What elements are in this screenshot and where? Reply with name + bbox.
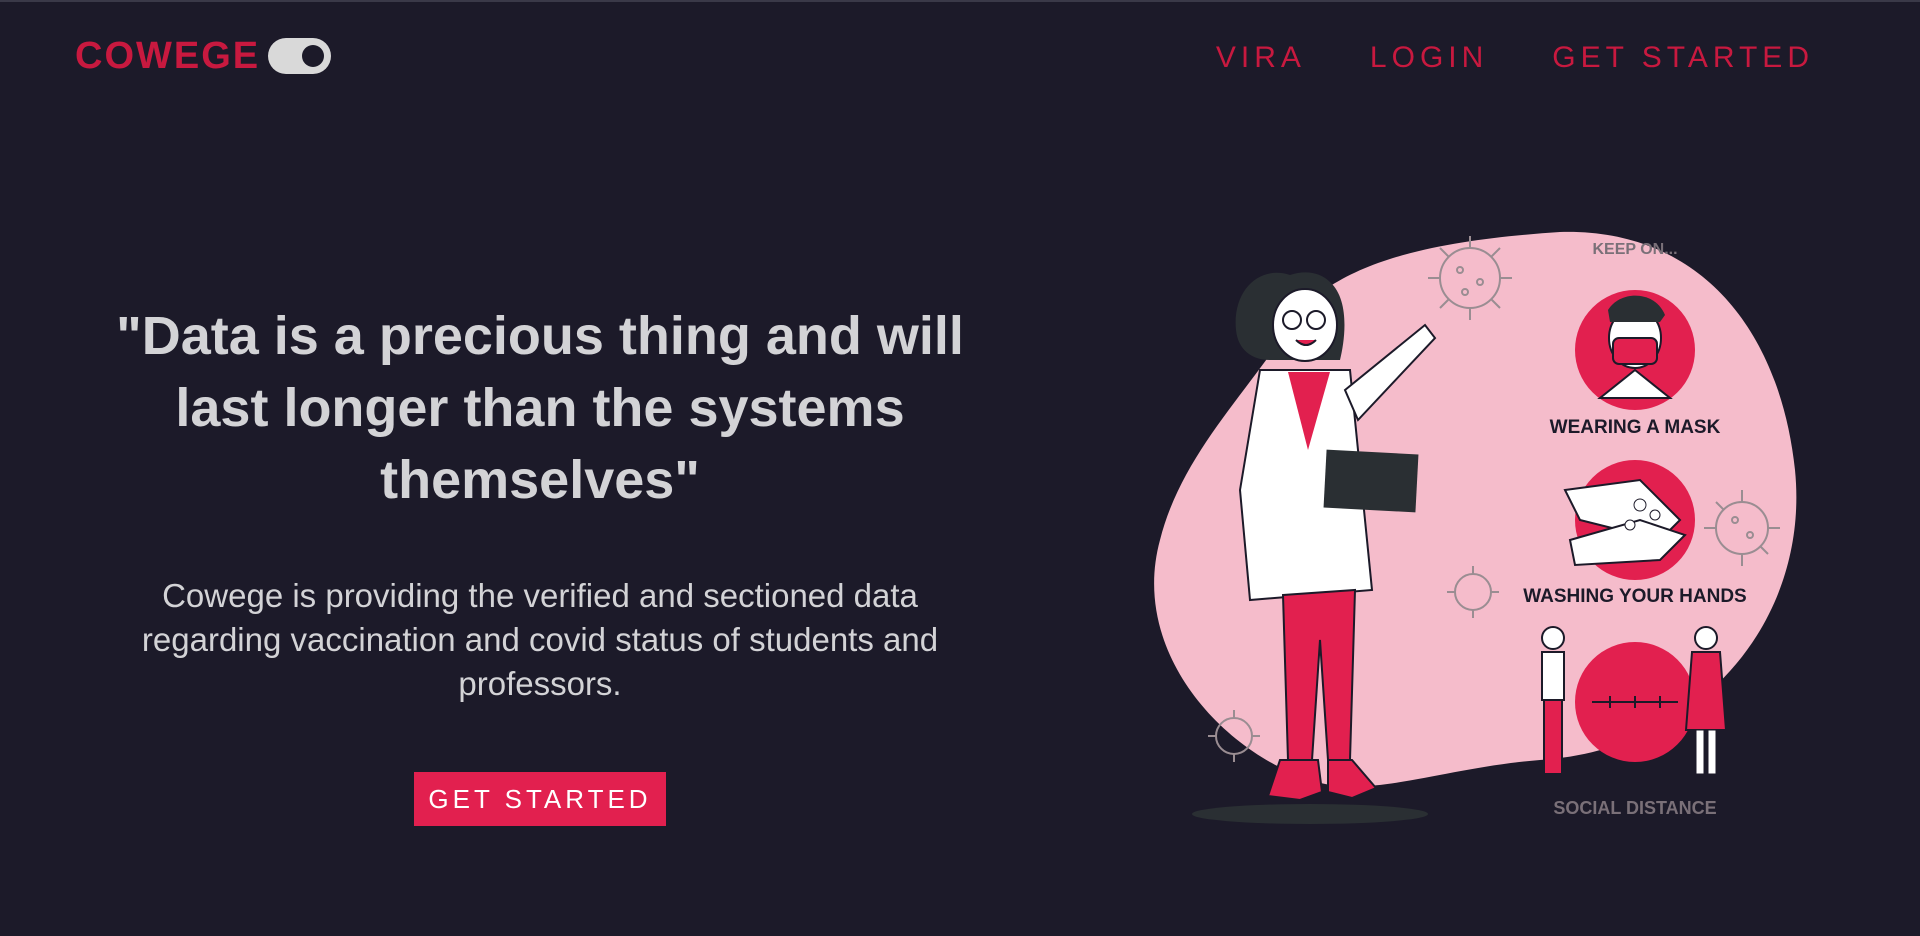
toggle-knob	[302, 45, 325, 67]
keep-on-label: KEEP ON...	[1592, 241, 1677, 258]
theme-toggle[interactable]	[268, 38, 332, 74]
main-nav: VIRA LOGIN GET STARTED	[1216, 38, 1814, 78]
wearing-mask-icon	[1575, 290, 1695, 410]
washing-hands-label: WASHING YOUR HANDS	[1523, 586, 1746, 607]
hero-quote: "Data is a precious thing and will last …	[116, 306, 964, 510]
brand-name: COWEGE	[75, 35, 261, 77]
top-border	[0, 0, 1920, 2]
social-distance-label: SOCIAL DISTANCE	[1553, 798, 1716, 818]
get-started-button[interactable]: GET STARTED	[414, 772, 666, 826]
hero-section: "Data is a precious thing and will last …	[90, 300, 990, 826]
hero-description: Cowege is providing the verified and sec…	[141, 577, 939, 702]
nav-link-vira[interactable]: VIRA	[1216, 38, 1306, 78]
nav-link-get-started[interactable]: GET STARTED	[1552, 38, 1814, 78]
wearing-mask-label: WEARING A MASK	[1550, 417, 1721, 438]
brand-logo[interactable]: COWEGE	[75, 34, 332, 78]
covid-safety-illustration: KEEP ON... WEARING A MASK WASHING YOUR H…	[1140, 220, 1820, 840]
nav-link-login[interactable]: LOGIN	[1370, 38, 1488, 78]
